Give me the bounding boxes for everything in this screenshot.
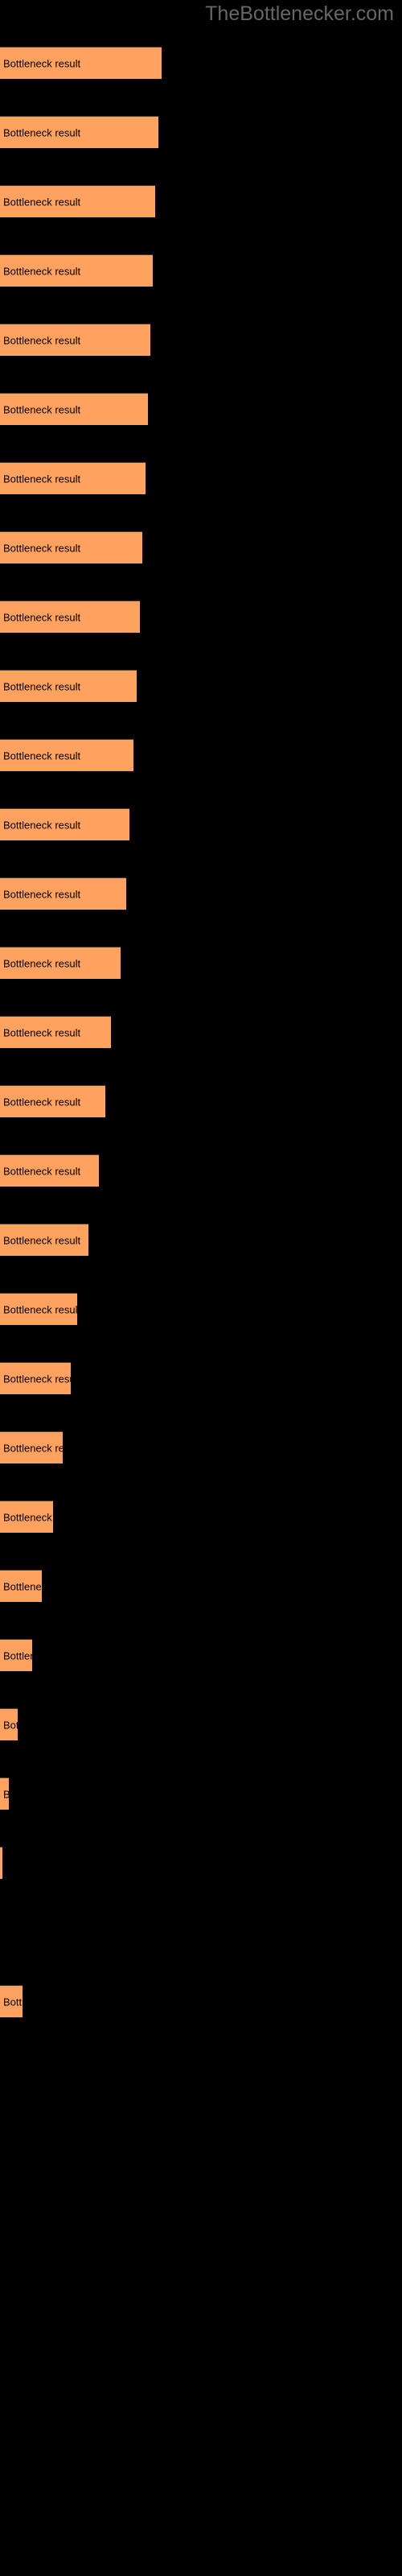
bar-17[interactable]: Bottleneck result [0, 1154, 99, 1187]
bar-row: Bottleneck result [0, 462, 402, 494]
bar-label: Bottleneck result [3, 1303, 77, 1315]
bar-row: Bottleneck result [0, 324, 402, 356]
bar-row: Bottleneck result [0, 1570, 402, 1602]
bar-24[interactable]: Bottleneck result [0, 1639, 32, 1671]
bar-row: Bottleneck result [0, 47, 402, 79]
bar-13[interactable]: Bottleneck result [0, 877, 126, 910]
bar-label: Bottleneck result [3, 542, 81, 554]
bar-6[interactable]: Bottleneck result [0, 393, 148, 425]
bar-label: Bottleneck result [3, 265, 81, 277]
bar-row: Bottleneck result [0, 116, 402, 148]
bar-29[interactable]: Bottleneck result [0, 1985, 23, 2017]
bar-row: Bottleneck result [0, 1985, 402, 2017]
bars-layer: Bottleneck result Bottleneck result Bottle… [0, 0, 402, 2576]
bar-label: Bottleneck result [3, 334, 81, 346]
bar-row: Bottleneck result [0, 1847, 402, 1879]
bar-18[interactable]: Bottleneck result [0, 1224, 88, 1256]
bar-7[interactable]: Bottleneck result [0, 462, 146, 494]
bar-label: Bottleneck result [3, 888, 81, 900]
bar-4[interactable]: Bottleneck result [0, 254, 153, 287]
bottleneck-bar-chart: TheBottlenecker.com Bottleneck result Bot… [0, 0, 402, 2576]
bar-label: Bottleneck result [3, 680, 81, 692]
bar-label: Bottleneck result [3, 1649, 32, 1662]
bar-row: Bottleneck result [0, 254, 402, 287]
bar-label: Bottleneck result [3, 1511, 53, 1523]
bar-row: Bottleneck result [0, 1154, 402, 1187]
bar-row: Bottleneck result [0, 185, 402, 217]
bar-row: Bottleneck result [0, 1501, 402, 1533]
bar-label: Bottleneck result [3, 126, 81, 138]
bar-row: Bottleneck result [0, 1639, 402, 1671]
bar-row: Bottleneck result [0, 531, 402, 564]
bar-25[interactable]: Bottleneck result [0, 1708, 18, 1740]
bar-row: Bottleneck result [0, 670, 402, 702]
bar-row: Bottleneck result [0, 739, 402, 771]
bar-11[interactable]: Bottleneck result [0, 739, 133, 771]
bar-row: Bottleneck result [0, 1916, 402, 1948]
bar-26[interactable]: Bottleneck result [0, 1777, 9, 1810]
bar-label: Bottleneck result [3, 1096, 81, 1108]
bar-label: Bottleneck result [3, 1165, 81, 1177]
bar-row: Bottleneck result [0, 947, 402, 979]
bar-row: Bottleneck result [0, 1431, 402, 1463]
bar-label: Bottleneck result [3, 1442, 63, 1454]
bar-row: Bottleneck result [0, 1085, 402, 1117]
bar-label: Bottleneck result [3, 611, 81, 623]
bar-9[interactable]: Bottleneck result [0, 601, 140, 633]
bar-label: Bottleneck result [3, 1788, 9, 1800]
bar-label: Bottleneck result [3, 1580, 42, 1592]
bar-23[interactable]: Bottleneck result [0, 1570, 42, 1602]
bar-label: Bottleneck result [3, 819, 81, 831]
bar-19[interactable]: Bottleneck result [0, 1293, 77, 1325]
bar-12[interactable]: Bottleneck result [0, 808, 129, 840]
bar-label: Bottleneck result [3, 1373, 71, 1385]
bar-27[interactable]: Bottleneck result [0, 1847, 2, 1879]
bar-row: Bottleneck result [0, 1777, 402, 1810]
bar-20[interactable]: Bottleneck result [0, 1362, 71, 1394]
bar-row: Bottleneck result [0, 1016, 402, 1048]
bar-5[interactable]: Bottleneck result [0, 324, 150, 356]
bar-row: Bottleneck result [0, 808, 402, 840]
bar-label: Bottleneck result [3, 1234, 81, 1246]
bar-16[interactable]: Bottleneck result [0, 1085, 105, 1117]
bar-10[interactable]: Bottleneck result [0, 670, 137, 702]
bar-row: Bottleneck result [0, 601, 402, 633]
bar-label: Bottleneck result [3, 1996, 23, 2008]
bar-label: Bottleneck result [3, 749, 81, 762]
bar-row: Bottleneck result [0, 1293, 402, 1325]
bar-label: Bottleneck result [3, 196, 81, 208]
bar-15[interactable]: Bottleneck result [0, 1016, 111, 1048]
bar-row: Bottleneck result [0, 1362, 402, 1394]
bar-14[interactable]: Bottleneck result [0, 947, 121, 979]
bar-2[interactable]: Bottleneck result [0, 116, 158, 148]
bar-row: Bottleneck result [0, 1224, 402, 1256]
bar-label: Bottleneck result [3, 1719, 18, 1731]
bar-label: Bottleneck result [3, 57, 81, 69]
bar-label: Bottleneck result [3, 1026, 81, 1038]
bar-8[interactable]: Bottleneck result [0, 531, 142, 564]
bar-row: Bottleneck result [0, 1708, 402, 1740]
bar-label: Bottleneck result [3, 403, 81, 415]
bar-row: Bottleneck result [0, 393, 402, 425]
bar-1[interactable]: Bottleneck result [0, 47, 162, 79]
bar-3[interactable]: Bottleneck result [0, 185, 155, 217]
bar-label: Bottleneck result [3, 957, 81, 969]
bar-22[interactable]: Bottleneck result [0, 1501, 53, 1533]
bar-21[interactable]: Bottleneck result [0, 1431, 63, 1463]
bar-row: Bottleneck result [0, 877, 402, 910]
bar-label: Bottleneck result [3, 473, 81, 485]
